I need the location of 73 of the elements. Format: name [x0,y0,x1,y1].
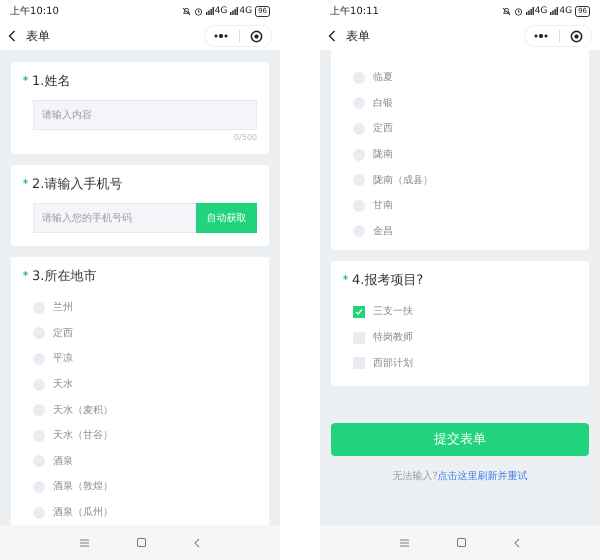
bell-off-icon [182,6,191,16]
radio-option[interactable]: 天水（麦积） [33,397,257,423]
option-label: 天水 [53,378,73,392]
radio-option[interactable]: 酒泉 [33,448,257,474]
radio-option[interactable]: 金昌 [353,218,577,244]
page-title: 表单 [346,28,370,45]
option-label: 酒泉（敦煌） [53,480,113,494]
home-icon[interactable] [457,538,466,547]
radio-option[interactable]: 定西 [353,116,577,142]
question-title: 1.姓名 [32,74,70,90]
option-label: 陇南 [373,148,393,162]
option-label: 甘南 [373,198,393,214]
option-label: 临夏 [373,71,393,86]
option-label: 天水（麦积） [53,404,113,418]
signal-icon [230,7,238,15]
option-label: 兰州 [53,300,73,316]
signal-icon [550,7,558,15]
name-input[interactable]: 请输入内容 [33,100,257,130]
question-title: 3.所在地市 [32,269,96,285]
option-label: 金昌 [373,224,393,239]
option-label: 天水（甘谷） [53,428,113,444]
back-icon[interactable] [328,30,336,42]
character-counter: 0/500 [234,132,257,144]
alarm-icon [514,6,523,16]
auto-fill-button[interactable]: 自动获取 [196,203,257,233]
radio-option[interactable]: 临夏 [353,65,577,91]
option-label: 特岗教师 [373,330,413,346]
radio-option[interactable]: 定西 [33,320,257,346]
radio-option[interactable]: 酒泉（敦煌） [33,474,257,500]
target-icon[interactable] [570,30,583,42]
signal-icon [526,7,534,15]
network-label: 4G [534,6,548,16]
back-icon[interactable] [8,30,16,42]
radio-option[interactable]: 甘南 [353,192,577,219]
menu-icon[interactable] [400,538,409,546]
status-time: 上午10:11 [330,4,379,18]
option-label: 酒泉（瓜州） [53,506,113,520]
bell-off-icon [502,6,511,16]
option-label: 定西 [53,326,73,341]
help-text: 无法输入? [392,470,438,484]
question-title: 2.请输入手机号 [32,177,122,193]
submit-button[interactable]: 提交表单 [331,422,589,456]
option-label: 酒泉 [53,454,73,469]
phone-input[interactable]: 请输入您的手机号码 [33,203,196,233]
option-label: 白银 [373,96,393,111]
option-label: 平凉 [53,352,73,366]
more-icon[interactable] [533,33,549,39]
home-icon[interactable] [137,538,146,547]
option-label: 陇南（成县） [373,174,433,188]
option-label: 定西 [373,122,393,136]
alarm-icon [194,6,203,16]
radio-option[interactable]: 陇南（成县） [353,167,577,193]
checkbox[interactable] [353,306,365,318]
refresh-link[interactable]: 点击这里刷新并重试 [438,468,528,484]
option-label: 西部计划 [373,356,413,371]
network-label: 4G [239,6,252,16]
menu-icon[interactable] [80,538,89,546]
network-label: 4G [559,6,572,16]
radio-option[interactable]: 陇南 [353,142,577,168]
radio-option[interactable]: 白银 [353,90,577,116]
network-label: 4G [214,6,228,16]
question-title: 4.报考项目? [352,273,424,290]
more-icon[interactable] [213,33,229,39]
radio-option[interactable]: 天水 [33,372,257,398]
radio-option[interactable]: 平凉 [33,346,257,372]
status-time: 上午10:10 [10,4,59,18]
option-label: 三支一扶 [373,304,413,320]
signal-icon [206,7,214,15]
target-icon[interactable] [250,30,263,42]
radio-option[interactable]: 酒泉（瓜州） [33,500,257,525]
radio-option[interactable]: 天水（甘谷） [33,422,257,449]
page-title: 表单 [26,28,50,45]
radio-option[interactable]: 兰州 [33,295,257,321]
